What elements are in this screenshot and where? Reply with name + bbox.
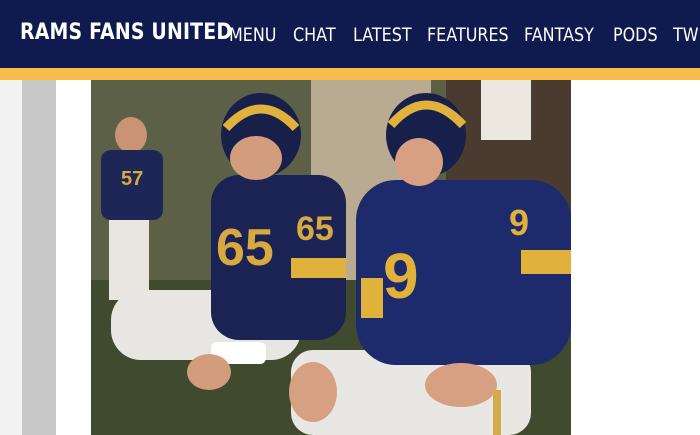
jersey-number-65-sleeve: 65: [296, 210, 334, 248]
jersey-number-57: 57: [121, 168, 143, 190]
header-accent-stripe: [0, 68, 700, 80]
nav-item-twitter[interactable]: TW: [673, 24, 699, 46]
nav-item-features[interactable]: FEATURES: [427, 24, 509, 46]
jersey-number-9-sleeve: 9: [509, 202, 529, 243]
nav-item-latest[interactable]: LATEST: [353, 24, 412, 46]
site-header: RAMS FANS UNITED MENU CHAT LATEST FEATUR…: [0, 0, 700, 68]
page-gutter: [0, 80, 22, 435]
nav-item-chat[interactable]: CHAT: [293, 24, 336, 46]
article-photo: 57 65 65 9 9: [91, 80, 571, 435]
main-nav: MENU CHAT LATEST FEATURES FANTASY PODS T…: [0, 24, 700, 52]
nav-item-pods[interactable]: PODS: [613, 24, 658, 46]
jersey-number-9-front: 9: [383, 240, 419, 312]
nav-item-fantasy[interactable]: FANTASY: [524, 24, 594, 46]
jersey-number-65-front: 65: [216, 219, 274, 277]
sidebar-column: [22, 80, 56, 435]
nav-item-menu[interactable]: MENU: [229, 24, 276, 46]
